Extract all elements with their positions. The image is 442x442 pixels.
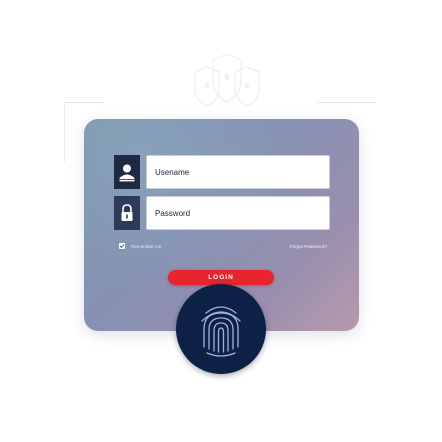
username-field[interactable]: Usename xyxy=(146,155,330,189)
login-button[interactable]: LOGIN xyxy=(168,270,274,285)
remember-me[interactable]: Remember me xyxy=(119,243,161,249)
options-row: Remember me Forgot Password? xyxy=(119,240,327,252)
username-row: Usename xyxy=(114,155,330,189)
user-icon xyxy=(114,155,140,189)
fingerprint-icon xyxy=(201,306,241,357)
password-row: Password xyxy=(114,196,330,230)
forgot-password-link[interactable]: Forgot Password? xyxy=(290,244,327,249)
password-field[interactable]: Password xyxy=(146,196,330,230)
remember-checkbox[interactable] xyxy=(119,243,125,249)
decorative-line xyxy=(64,102,104,103)
login-illustration: Usename Password Remember me Forgot Pass… xyxy=(0,0,442,442)
username-placeholder: Usename xyxy=(155,167,190,177)
fingerprint-button[interactable] xyxy=(176,284,266,374)
login-button-label: LOGIN xyxy=(208,274,234,281)
decorative-line xyxy=(318,102,376,103)
password-placeholder: Password xyxy=(155,208,191,218)
padlock-icon xyxy=(114,196,140,230)
shield-icon xyxy=(194,53,260,107)
remember-label: Remember me xyxy=(131,243,162,249)
decorative-line xyxy=(64,102,65,162)
checkmark-icon xyxy=(119,244,125,249)
